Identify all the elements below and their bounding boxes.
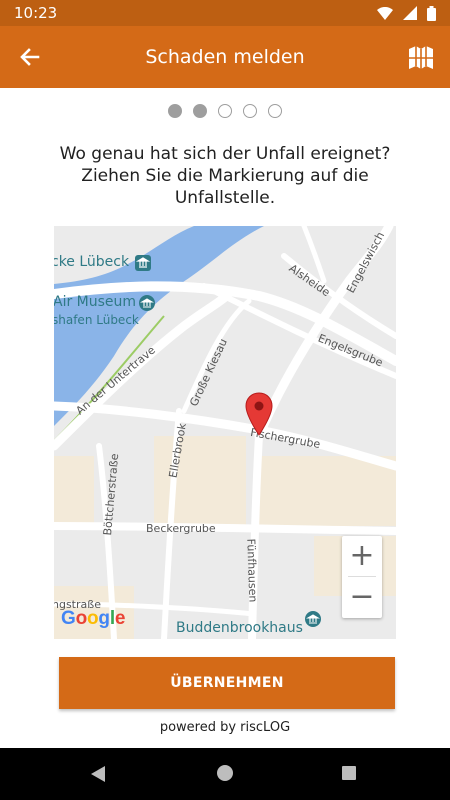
wifi-icon [377, 6, 393, 20]
status-icons [377, 5, 436, 21]
map-label-luebeck: cke Lübeck [54, 254, 130, 270]
zoom-in-button[interactable]: + [342, 536, 382, 576]
map-label-buddenbrook: Buddenbrookhaus [176, 620, 303, 636]
map-icon [409, 46, 433, 69]
museum-poi-icon-3 [305, 611, 321, 627]
step-dot-1 [168, 104, 182, 118]
map-view-button[interactable] [406, 43, 436, 73]
step-dot-3 [218, 104, 232, 118]
google-logo: Google [61, 608, 126, 629]
step-dot-2 [193, 104, 207, 118]
nav-back-icon[interactable] [90, 765, 106, 783]
location-pin-icon[interactable] [245, 392, 273, 436]
zoom-out-button[interactable]: − [342, 577, 382, 617]
apply-button[interactable]: ÜBERNEHMEN [59, 657, 395, 709]
question-line-2: Ziehen Sie die Markierung auf die [81, 166, 369, 186]
app-bar: Schaden melden [0, 26, 450, 88]
museum-poi-icon-2 [139, 295, 155, 311]
status-bar: 10:23 [0, 0, 450, 26]
map-label-hafen: shafen Lübeck [54, 313, 139, 327]
step-dot-5 [268, 104, 282, 118]
map-view[interactable]: cke Lübeck Air Museum shafen Lübeck Alsh… [54, 226, 396, 639]
powered-by-text: powered by riscLOG [159, 720, 291, 735]
question-line-3: Unfallstelle. [174, 188, 276, 208]
map-label-fuenfhausen: Fünfhausen [244, 538, 260, 603]
question-text: Wo genau hat sich der Unfall ereignet? Z… [40, 143, 410, 209]
question-line-1: Wo genau hat sich der Unfall ereignet? [59, 144, 391, 164]
step-indicator [0, 104, 450, 118]
museum-poi-icon-1 [135, 255, 151, 271]
status-time: 10:23 [14, 4, 58, 22]
navigation-bar [0, 748, 450, 800]
signal-icon [403, 6, 417, 20]
step-dot-4 [243, 104, 257, 118]
zoom-controls: + − [342, 536, 382, 618]
map-label-beckergrube: Beckergrube [146, 522, 216, 535]
nav-recents-icon[interactable] [342, 766, 356, 780]
page-title: Schaden melden [145, 46, 305, 68]
battery-icon [427, 5, 436, 21]
map-label-air-museum: Air Museum [54, 294, 137, 310]
nav-home-icon[interactable] [217, 765, 233, 781]
